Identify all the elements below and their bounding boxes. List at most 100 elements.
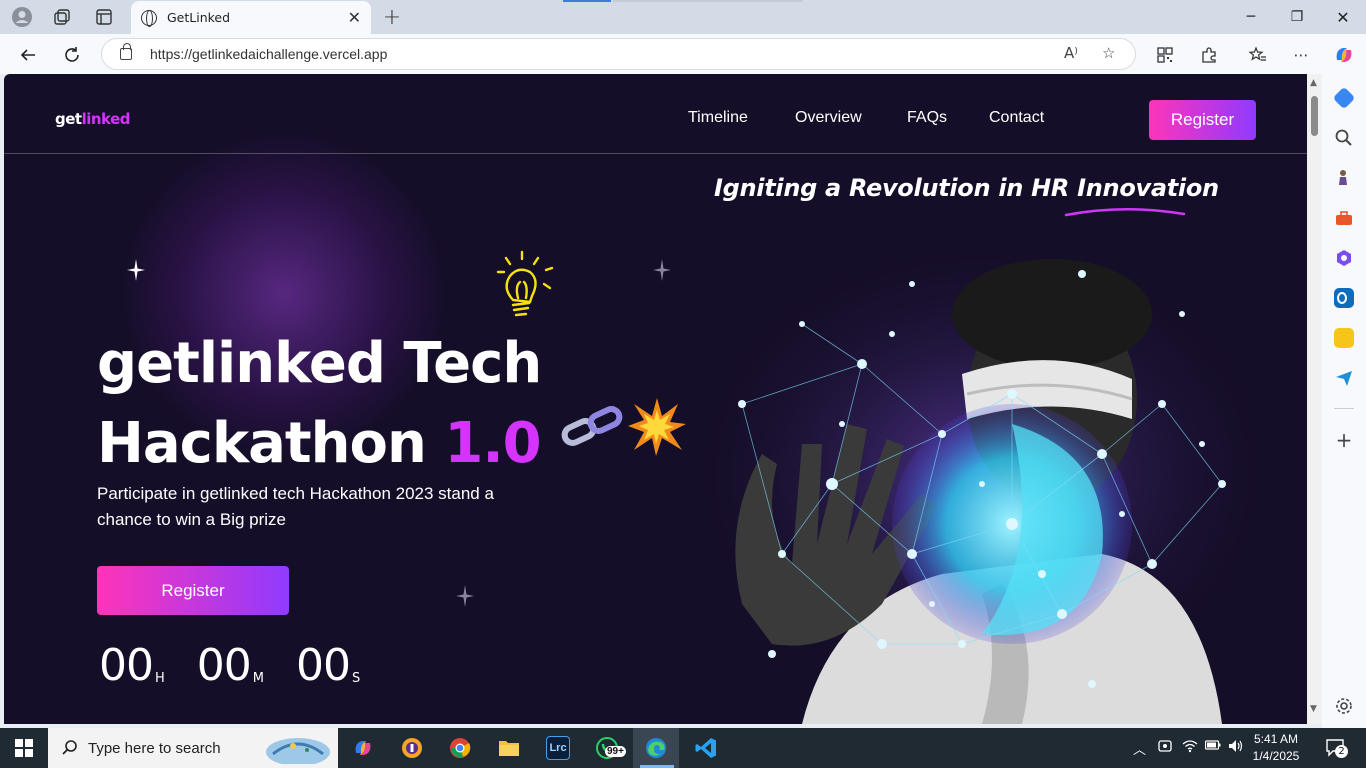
shopping-tag-icon[interactable] <box>1332 86 1356 110</box>
logo-main: get <box>55 110 82 128</box>
favorites-icon[interactable] <box>1246 43 1270 67</box>
search-icon[interactable] <box>1334 128 1354 148</box>
hero-title-line2-main: Hackathon <box>97 411 445 476</box>
sparkle-icon <box>653 259 671 281</box>
globe-icon <box>141 9 157 27</box>
lightroom-icon[interactable]: Lrc <box>546 736 570 760</box>
file-explorer-icon[interactable] <box>497 736 521 760</box>
copilot-icon[interactable] <box>1332 43 1356 67</box>
notifications-count: 2 <box>1335 745 1348 758</box>
hero-register-button[interactable]: Register <box>97 566 289 615</box>
sidebar-divider <box>1334 408 1354 409</box>
send-icon[interactable] <box>1334 368 1354 388</box>
camera-icon[interactable] <box>1158 739 1172 757</box>
browser-toolbar: https://getlinkedaichallenge.vercel.app … <box>0 34 1366 74</box>
profile-icon[interactable] <box>10 5 34 29</box>
search-icon <box>62 740 77 755</box>
back-icon[interactable] <box>15 42 41 68</box>
qr-code-icon[interactable] <box>1153 43 1177 67</box>
browser-tab-bar: GetLinked ✕ + ─ ❐ ✕ <box>0 0 1366 34</box>
countdown-minutes: 00 M <box>197 642 264 690</box>
outlook-icon[interactable] <box>1334 288 1354 308</box>
lightbulb-icon <box>496 250 554 317</box>
hero-vr-illustration <box>682 234 1282 724</box>
add-icon[interactable]: + <box>1334 430 1354 450</box>
sparkle-icon <box>127 259 145 281</box>
address-bar[interactable]: https://getlinkedaichallenge.vercel.app … <box>101 38 1136 70</box>
countdown-hours: 00 H <box>99 642 165 690</box>
clock-time: 5:41 AM <box>1253 732 1299 746</box>
logo-accent: linked <box>81 110 131 128</box>
more-options-icon[interactable]: ⋯ <box>1289 43 1313 67</box>
taskbar-search[interactable]: Type here to search <box>48 728 338 768</box>
whatsapp-icon[interactable]: 99+ <box>595 736 626 760</box>
explosion-icon <box>628 398 686 456</box>
chess-icon[interactable] <box>1334 168 1354 188</box>
vscode-icon[interactable] <box>694 736 718 760</box>
hero-title-version: 1.0 <box>444 411 541 476</box>
sparkle-icon <box>456 585 474 607</box>
header-register-button[interactable]: Register <box>1149 100 1256 140</box>
tab-indicator <box>613 0 803 2</box>
notifications-icon[interactable]: 2 <box>1325 737 1348 761</box>
volume-icon[interactable] <box>1228 739 1244 757</box>
brave-browser-icon[interactable] <box>400 736 424 760</box>
nav-faqs[interactable]: FAQs <box>907 109 947 127</box>
lock-icon[interactable] <box>120 43 132 60</box>
tab-getlinked[interactable]: GetLinked ✕ <box>131 1 371 34</box>
chrome-icon[interactable] <box>448 736 472 760</box>
scroll-up-icon[interactable]: ▲ <box>1310 78 1317 88</box>
settings-gear-icon[interactable] <box>1334 696 1354 716</box>
tab-indicator <box>563 0 611 2</box>
restore-icon[interactable]: ❐ <box>1274 5 1320 29</box>
scrollbar-thumb[interactable] <box>1311 96 1318 136</box>
windows-taskbar: Type here to search Lrc 99+ ︿ 5:41 AM 1/… <box>0 728 1366 768</box>
clock-date: 1/4/2025 <box>1252 749 1300 763</box>
workspaces-icon[interactable] <box>50 5 74 29</box>
copilot-taskbar-icon[interactable] <box>351 736 375 760</box>
toolbox-icon[interactable] <box>1334 208 1354 228</box>
nav-contact[interactable]: Contact <box>989 109 1044 127</box>
countdown-minutes-unit: M <box>252 671 264 686</box>
close-window-icon[interactable]: ✕ <box>1320 5 1366 29</box>
edge-browser-icon[interactable] <box>644 736 668 760</box>
search-highlight-illustration <box>266 738 330 764</box>
read-aloud-icon[interactable]: A⁾ <box>1064 44 1078 62</box>
tagline: Igniting a Revolution in HR Innovation <box>714 174 1219 202</box>
page-scrollbar[interactable]: ▲ ▼ <box>1307 74 1322 724</box>
edge-sidebar: + <box>1322 74 1366 728</box>
nav-overview[interactable]: Overview <box>795 109 862 127</box>
site-logo[interactable]: getlinked <box>55 110 131 128</box>
whatsapp-badge: 99+ <box>605 746 626 757</box>
countdown-seconds-unit: S <box>352 671 361 686</box>
taskbar-clock[interactable]: 5:41 AM 1/4/2025 <box>1248 731 1304 765</box>
windows-start-icon[interactable] <box>12 736 36 760</box>
chain-link-icon <box>561 406 623 446</box>
site-header: getlinked Timeline Overview FAQs Contact… <box>4 74 1307 154</box>
new-tab-icon[interactable]: + <box>380 5 404 30</box>
refresh-icon[interactable] <box>59 42 85 68</box>
countdown-seconds-value: 00 <box>296 640 351 691</box>
vertical-tabs-icon[interactable] <box>92 5 116 29</box>
extensions-icon[interactable] <box>1197 43 1221 67</box>
taskbar-search-text: Type here to search <box>88 739 221 757</box>
countdown-seconds: 00 S <box>296 642 360 690</box>
show-hidden-icons-icon[interactable]: ︿ <box>1133 739 1146 758</box>
hero-title: getlinked Tech Hackathon 1.0 <box>97 324 542 484</box>
countdown-timer: 00 H 00 M 00 S <box>99 642 392 690</box>
url-text[interactable]: https://getlinkedaichallenge.vercel.app <box>150 46 387 62</box>
wifi-icon[interactable] <box>1182 739 1198 757</box>
battery-icon[interactable] <box>1204 739 1221 755</box>
favorite-star-icon[interactable]: ☆ <box>1102 44 1115 62</box>
notes-icon[interactable] <box>1334 328 1354 348</box>
close-tab-icon[interactable]: ✕ <box>348 8 361 27</box>
minimize-icon[interactable]: ─ <box>1228 5 1274 29</box>
nav-timeline[interactable]: Timeline <box>688 109 748 127</box>
hero-title-line1: getlinked Tech <box>97 331 542 396</box>
tab-title: GetLinked <box>167 10 231 25</box>
scroll-down-icon[interactable]: ▼ <box>1310 704 1317 714</box>
countdown-minutes-value: 00 <box>196 640 252 691</box>
web-page: getlinked Timeline Overview FAQs Contact… <box>4 74 1307 724</box>
microsoft365-icon[interactable] <box>1334 248 1354 268</box>
hero-subtitle: Participate in getlinked tech Hackathon … <box>97 484 494 529</box>
